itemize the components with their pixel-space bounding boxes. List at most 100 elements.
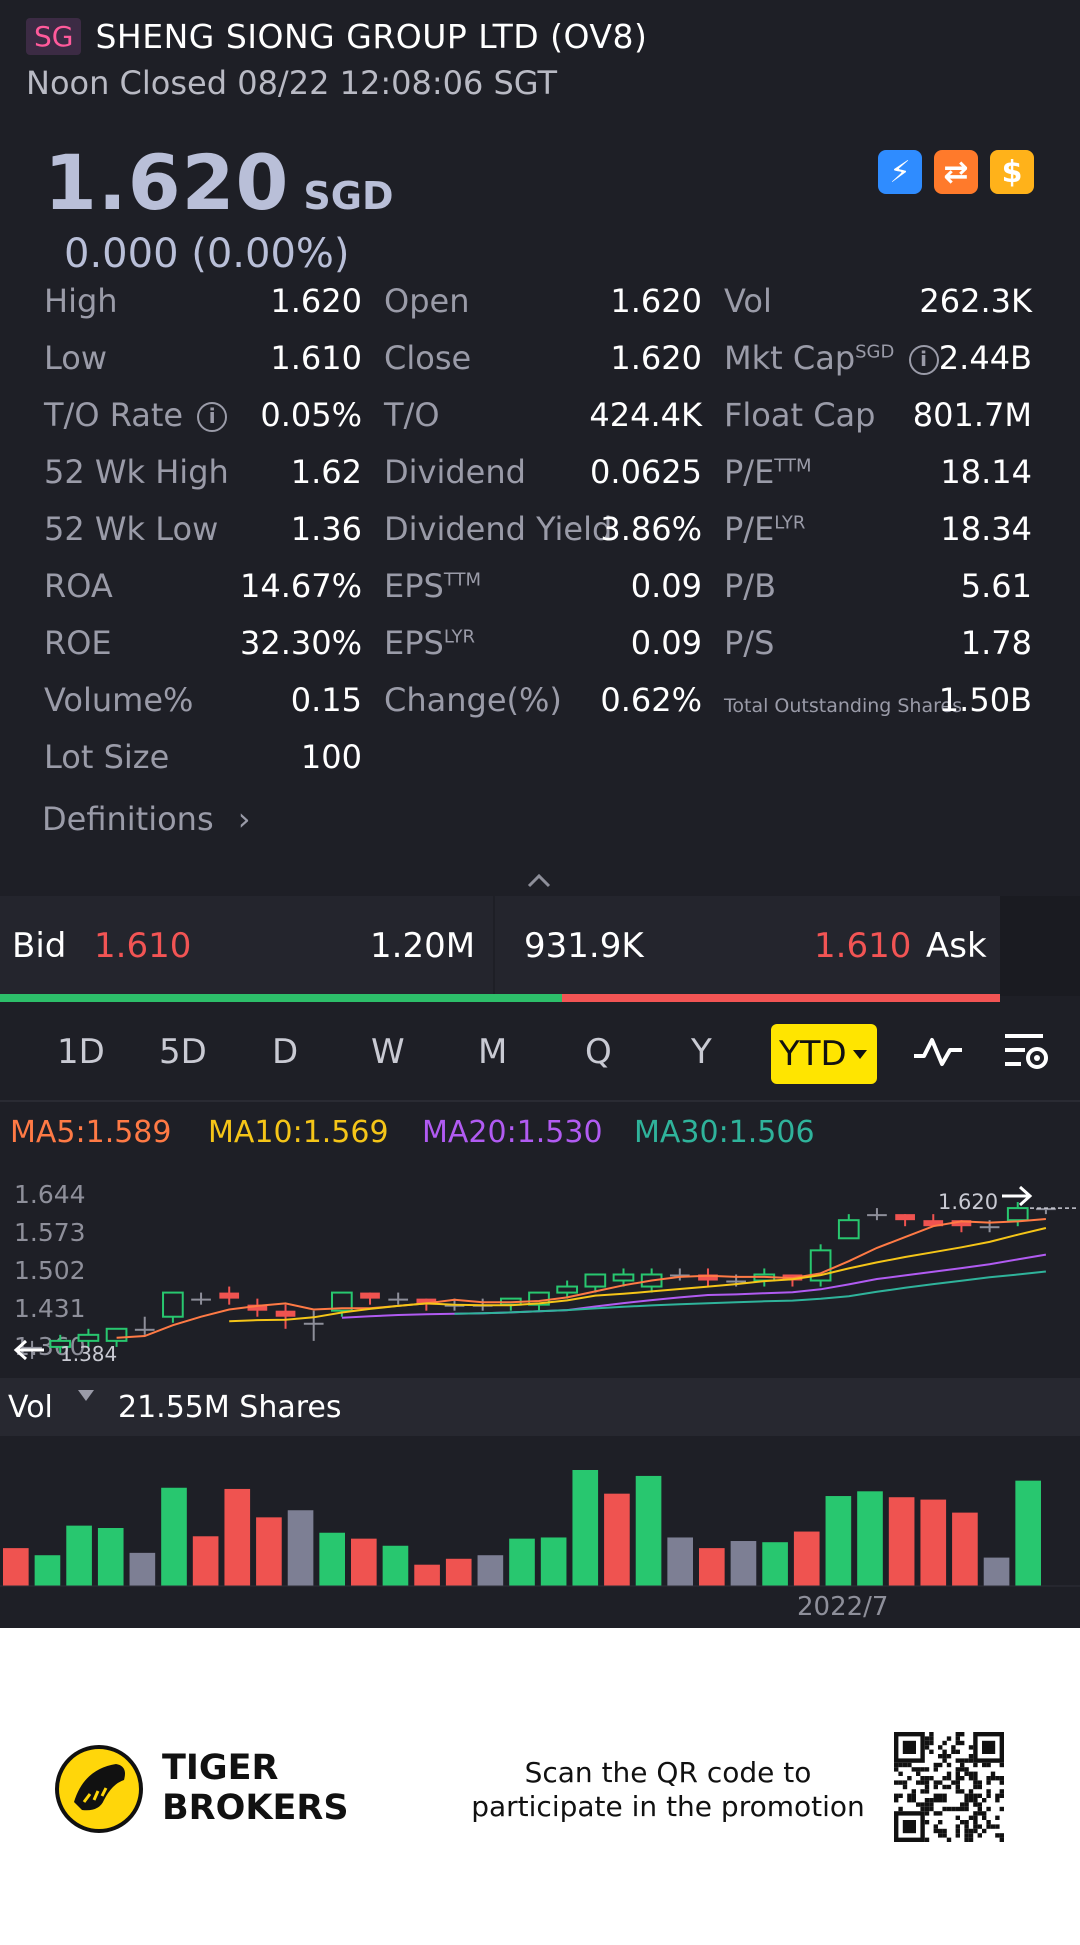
qr-module bbox=[973, 1762, 978, 1768]
qr-module bbox=[964, 1820, 969, 1825]
ma10-value: MA10:1.569 bbox=[208, 1115, 389, 1150]
info-icon[interactable]: i bbox=[908, 345, 939, 375]
eps-sup: TTM bbox=[443, 569, 482, 591]
qr-module bbox=[968, 1745, 974, 1750]
qr-module bbox=[902, 1780, 908, 1785]
tab-5d[interactable]: 5D bbox=[159, 1032, 207, 1072]
stat-value: 100 bbox=[300, 738, 362, 776]
candle-body bbox=[360, 1292, 380, 1299]
qr-module bbox=[986, 1789, 991, 1794]
tab-ytd[interactable]: YTD bbox=[771, 1024, 877, 1084]
candle-body bbox=[388, 1298, 409, 1301]
qr-module bbox=[933, 1767, 938, 1772]
chart-settings-icon[interactable] bbox=[1003, 1030, 1051, 1074]
eps-label: EPS bbox=[384, 624, 444, 662]
tab-day[interactable]: D bbox=[272, 1032, 298, 1072]
divider bbox=[493, 896, 495, 996]
qr-module bbox=[999, 1837, 1004, 1842]
tab-month[interactable]: M bbox=[478, 1032, 507, 1072]
qr-module bbox=[960, 1776, 965, 1781]
qr-module bbox=[960, 1762, 965, 1768]
qr-module bbox=[955, 1732, 960, 1737]
volume-bar bbox=[1015, 1480, 1041, 1586]
qr-module bbox=[999, 1780, 1004, 1785]
qr-module bbox=[964, 1833, 969, 1838]
volume-header[interactable]: Vol 21.55M Shares bbox=[0, 1378, 1080, 1436]
qr-module bbox=[977, 1806, 982, 1812]
qr-module bbox=[938, 1828, 943, 1834]
qr-module bbox=[990, 1776, 996, 1781]
volume-bar bbox=[793, 1531, 820, 1586]
stat-label: Vol bbox=[724, 282, 772, 320]
qr-module bbox=[964, 1793, 969, 1798]
qr-code[interactable] bbox=[894, 1732, 1004, 1842]
qr-module bbox=[946, 1754, 952, 1759]
stat-value: 0.62% bbox=[600, 681, 702, 719]
tab-quarter[interactable]: Q bbox=[585, 1032, 612, 1072]
exchange-icon[interactable]: ⇄ bbox=[934, 150, 978, 194]
qr-module bbox=[955, 1740, 960, 1746]
dollar-icon[interactable]: $ bbox=[990, 150, 1034, 194]
qr-module bbox=[929, 1806, 934, 1812]
tab-week[interactable]: W bbox=[371, 1032, 405, 1072]
qr-module bbox=[968, 1798, 974, 1803]
qr-module bbox=[920, 1806, 925, 1812]
qr-module bbox=[924, 1767, 930, 1772]
lightning-icon[interactable]: ⚡ bbox=[878, 150, 922, 194]
stat-label: Lot Size bbox=[44, 738, 170, 776]
qr-module bbox=[964, 1824, 969, 1829]
qr-module bbox=[955, 1780, 960, 1785]
qr-module bbox=[911, 1767, 916, 1772]
volume-bar bbox=[667, 1537, 693, 1586]
qr-finder-core bbox=[982, 1740, 996, 1754]
candlestick-chart[interactable]: 1.644 1.573 1.502 1.431 1.360 1.620 1.38… bbox=[0, 1170, 1080, 1380]
chevron-up-icon[interactable] bbox=[526, 868, 552, 894]
volume-bar bbox=[382, 1545, 409, 1586]
pe-label: P/E bbox=[724, 453, 775, 491]
tab-year[interactable]: Y bbox=[691, 1032, 712, 1072]
qr-module bbox=[977, 1824, 982, 1829]
volume-bar bbox=[699, 1548, 725, 1586]
to-rate-label: T/O Rate bbox=[44, 396, 184, 434]
indicator-icon[interactable] bbox=[912, 1032, 964, 1072]
qr-module bbox=[938, 1745, 943, 1750]
tab-1d[interactable]: 1D bbox=[57, 1032, 105, 1072]
qr-module bbox=[964, 1837, 969, 1842]
arrow-right-icon bbox=[1002, 1185, 1033, 1207]
qr-module bbox=[920, 1780, 925, 1785]
qr-module bbox=[955, 1776, 960, 1781]
qr-module bbox=[995, 1776, 1000, 1781]
qr-module bbox=[916, 1767, 921, 1772]
qr-module bbox=[933, 1762, 938, 1768]
qr-module bbox=[986, 1776, 991, 1781]
definitions-link[interactable]: Definitions › bbox=[42, 800, 251, 838]
qr-module bbox=[942, 1806, 947, 1812]
qr-module bbox=[929, 1740, 934, 1746]
qr-module bbox=[982, 1811, 987, 1816]
qr-module bbox=[955, 1771, 960, 1776]
stat-label: P/S bbox=[724, 624, 775, 662]
stat-label: EPSTTM bbox=[384, 567, 481, 605]
qr-module bbox=[995, 1815, 1000, 1820]
qr-module bbox=[929, 1736, 934, 1741]
qr-module bbox=[920, 1767, 925, 1772]
period-tabs: 1D 5D D W M Q Y YTD bbox=[0, 1002, 1080, 1102]
stat-row: High 1.620 Open 1.620 Vol 262.3K bbox=[0, 282, 1080, 339]
qr-module bbox=[973, 1802, 978, 1807]
stat-value: 1.78 bbox=[960, 624, 1032, 662]
stat-label: High bbox=[44, 282, 118, 320]
qr-module bbox=[898, 1762, 903, 1768]
qr-module bbox=[907, 1776, 912, 1781]
qr-module bbox=[911, 1789, 916, 1794]
qr-module bbox=[977, 1833, 982, 1838]
info-icon[interactable]: i bbox=[197, 402, 228, 432]
qr-finder-core bbox=[902, 1740, 916, 1754]
qr-module bbox=[938, 1762, 943, 1768]
volume-total: 21.55M Shares bbox=[118, 1390, 342, 1425]
qr-module bbox=[894, 1798, 899, 1803]
stat-label: 52 Wk High bbox=[44, 453, 229, 491]
qr-module bbox=[955, 1833, 960, 1838]
ask-label: Ask bbox=[926, 926, 987, 966]
stat-value: 0.05% bbox=[260, 396, 362, 434]
qr-module bbox=[973, 1798, 978, 1803]
